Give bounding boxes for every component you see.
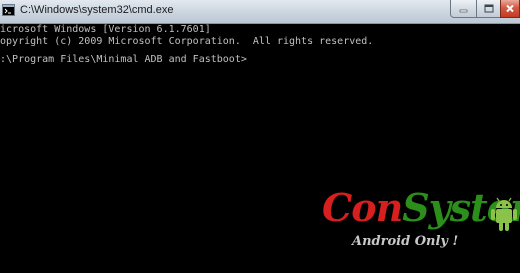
watermark-tagline: Android Only !: [352, 234, 459, 249]
maximize-icon: [484, 0, 494, 18]
title-bar[interactable]: C:\Windows\system32\cmd.exe: [0, 0, 520, 24]
minimize-icon: [459, 0, 468, 18]
maximize-button[interactable]: [476, 0, 501, 18]
android-icon: [489, 194, 519, 234]
console-prompt-line: C:\Program Files\Minimal ADB and Fastboo…: [0, 54, 247, 65]
close-icon: [505, 0, 515, 18]
close-button[interactable]: [500, 0, 520, 18]
minimize-button[interactable]: [450, 0, 477, 18]
console-version-line: Microsoft Windows [Version 6.1.7601]: [0, 24, 211, 35]
window-title: C:\Windows\system32\cmd.exe: [20, 4, 174, 16]
cmd-icon[interactable]: [2, 4, 15, 16]
console-copyright-line: Copyright (c) 2009 Microsoft Corporation…: [0, 36, 374, 47]
watermark-brand-con: Con: [322, 185, 403, 230]
consystem-watermark: ConSystem Android Only !: [322, 188, 520, 273]
cmd-window: C:\Windows\system32\cmd.exe Microsoft Wi…: [0, 0, 520, 273]
